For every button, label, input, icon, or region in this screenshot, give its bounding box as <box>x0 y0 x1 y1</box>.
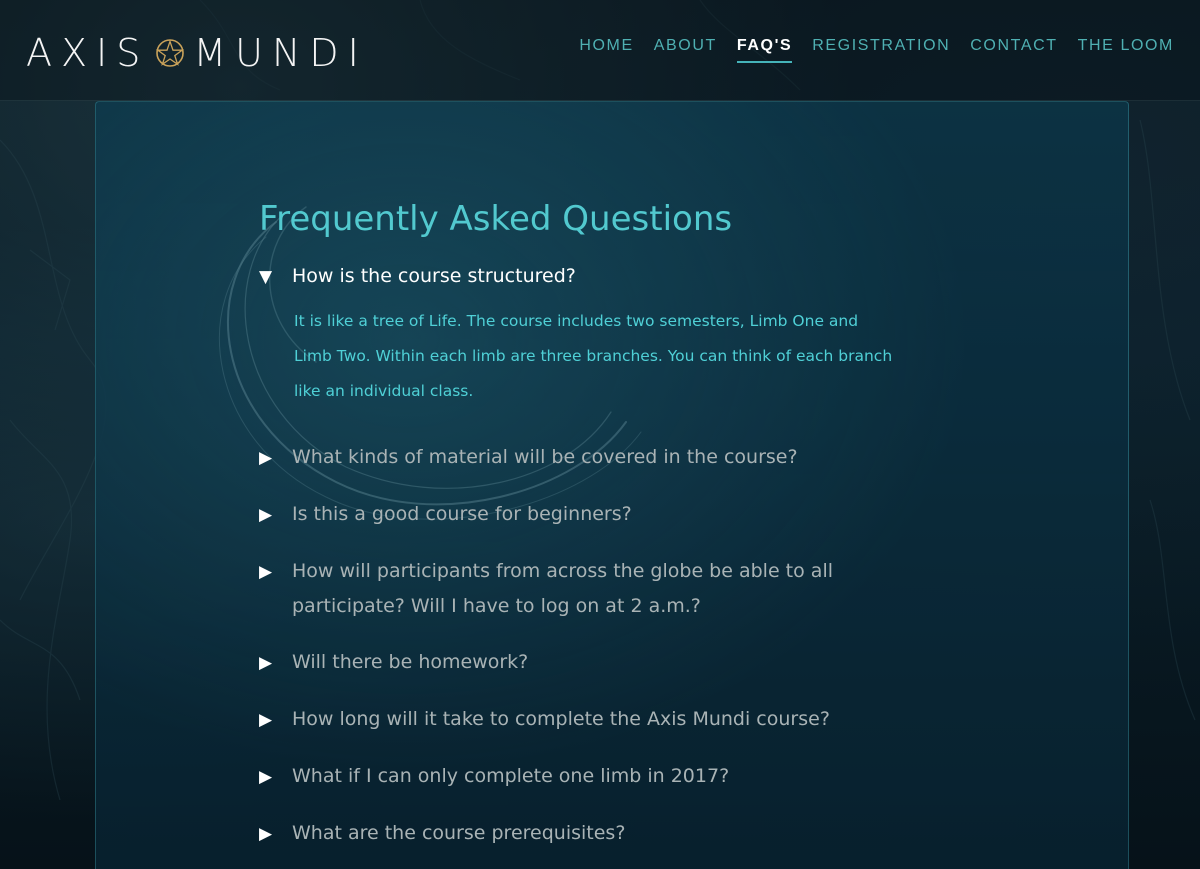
triangle-down-icon: ▼ <box>259 267 273 287</box>
faq-question-8[interactable]: ▶ What are the course prerequisites? <box>259 816 919 852</box>
triangle-right-icon: ▶ <box>259 448 273 468</box>
main-nav: HOME ABOUT FAQ'S REGISTRATION CONTACT TH… <box>559 37 1174 63</box>
faq-section: Frequently Asked Questions ▼ How is the … <box>259 197 919 852</box>
triangle-right-icon: ▶ <box>259 562 273 582</box>
faq-question-text: What are the course prerequisites? <box>292 822 626 844</box>
triangle-right-icon: ▶ <box>259 710 273 730</box>
faq-answer-1: It is like a tree of Life. The course in… <box>294 312 893 400</box>
faq-question-1[interactable]: ▼ How is the course structured? <box>259 259 919 295</box>
nav-the-loom[interactable]: THE LOOM <box>1078 37 1174 63</box>
faq-question-6[interactable]: ▶ How long will it take to complete the … <box>259 702 919 738</box>
logo-word-left: AXIS <box>26 31 150 75</box>
site-logo[interactable]: AXIS MUNDI <box>26 30 368 76</box>
faq-question-text: How long will it take to complete the Ax… <box>292 708 830 730</box>
page: AXIS MUNDI HOME ABOUT FAQ'S REGISTRATION… <box>0 0 1200 869</box>
nav-home[interactable]: HOME <box>579 37 633 63</box>
triangle-right-icon: ▶ <box>259 767 273 787</box>
faq-question-text: Will there be homework? <box>292 651 529 673</box>
faq-question-3[interactable]: ▶ Is this a good course for beginners? <box>259 497 919 533</box>
faq-question-2[interactable]: ▶ What kinds of material will be covered… <box>259 440 919 476</box>
page-title: Frequently Asked Questions <box>259 199 733 239</box>
faq-question-4[interactable]: ▶ How will participants from across the … <box>259 554 919 624</box>
faq-question-text: What kinds of material will be covered i… <box>292 446 798 468</box>
faq-question-text: How will participants from across the gl… <box>292 560 833 617</box>
pentacle-icon <box>156 39 185 67</box>
logo-word-right: MUNDI <box>193 31 368 75</box>
faq-question-text: How is the course structured? <box>292 265 576 287</box>
nav-about[interactable]: ABOUT <box>654 37 717 63</box>
content-panel: Frequently Asked Questions ▼ How is the … <box>95 101 1129 869</box>
triangle-right-icon: ▶ <box>259 824 273 844</box>
triangle-right-icon: ▶ <box>259 505 273 525</box>
nav-contact[interactable]: CONTACT <box>970 37 1057 63</box>
faq-question-text: What if I can only complete one limb in … <box>292 765 730 787</box>
faq-question-5[interactable]: ▶ Will there be homework? <box>259 645 919 681</box>
site-header: AXIS MUNDI HOME ABOUT FAQ'S REGISTRATION… <box>0 0 1200 101</box>
triangle-right-icon: ▶ <box>259 653 273 673</box>
nav-faqs[interactable]: FAQ'S <box>736 37 793 63</box>
faq-question-7[interactable]: ▶ What if I can only complete one limb i… <box>259 759 919 795</box>
faq-question-text: Is this a good course for beginners? <box>292 503 632 525</box>
nav-registration[interactable]: REGISTRATION <box>812 37 950 63</box>
